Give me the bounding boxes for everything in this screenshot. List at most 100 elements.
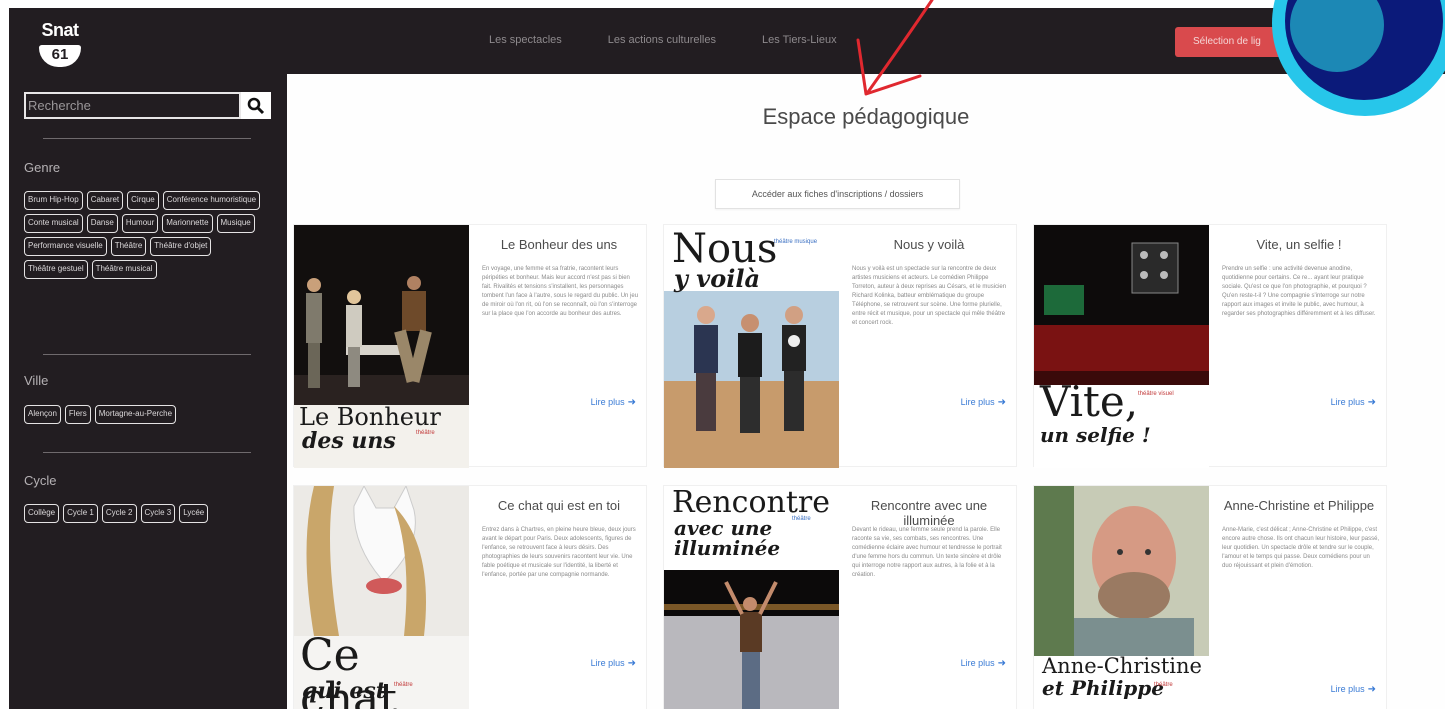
- card-title: Anne-Christine et Philippe: [1223, 498, 1375, 513]
- poster-title: Le Bonheur: [299, 403, 441, 431]
- show-card[interactable]: Le Bonheur des uns théâtre Le Bonheur de…: [293, 224, 647, 468]
- nav-actions-culturelles[interactable]: Les actions culturelles: [608, 34, 716, 46]
- read-more-label: Lire plus: [590, 658, 625, 668]
- read-more-label: Lire plus: [960, 397, 995, 407]
- tag-ville[interactable]: Mortagne-au-Perche: [94, 405, 177, 424]
- read-more-link[interactable]: Lire plus ➜: [961, 397, 1006, 408]
- ville-tags: Alençon Flers Mortagne-au-Perche: [24, 405, 269, 424]
- arrow-right-icon: ➜: [1367, 684, 1376, 695]
- card-description: Nous y voilà est un spectacle sur la ren…: [852, 266, 1007, 326]
- tag-cycle[interactable]: Cycle 2: [101, 504, 137, 523]
- card-description: Entrez dans à Chartres, en pleine heure …: [482, 527, 636, 578]
- show-poster: Rencontre avec une illuminée théâtre: [664, 486, 839, 709]
- read-more-link[interactable]: Lire plus ➜: [591, 397, 636, 408]
- sidebar-divider: [43, 354, 251, 355]
- tag-ville[interactable]: Alençon: [24, 405, 61, 424]
- tag-genre[interactable]: Conte musical: [24, 214, 83, 233]
- search-button[interactable]: [241, 92, 271, 119]
- card-description: Devant le rideau, une femme seule prend …: [852, 527, 1002, 578]
- poster-title: Rencontre: [672, 486, 830, 520]
- card-title: Vite, un selfie !: [1256, 237, 1342, 252]
- card-description: Prendre un selfie : une activité devenue…: [1222, 266, 1376, 317]
- poster-subtitle: avec une illuminée: [674, 516, 781, 560]
- tag-genre[interactable]: Marionnette: [162, 214, 213, 233]
- tag-genre[interactable]: Théâtre musical: [91, 260, 157, 279]
- search-icon: [247, 97, 265, 114]
- card-title: Le Bonheur des uns: [500, 237, 618, 252]
- show-poster: Nous y voilà théâtre musique: [664, 225, 839, 468]
- arrow-right-icon: ➜: [997, 397, 1006, 408]
- nav-spectacles[interactable]: Les spectacles: [489, 34, 562, 46]
- tag-genre[interactable]: Conférence humoristique: [162, 191, 261, 210]
- show-card[interactable]: Anne-Christine et Philippe théâtre Anne-…: [1033, 485, 1387, 709]
- show-card[interactable]: Nous y voilà théâtre musique Nous y voil…: [663, 224, 1017, 468]
- tag-genre[interactable]: Musique: [216, 214, 255, 233]
- page-title: Espace pédagogique: [762, 104, 970, 129]
- show-card[interactable]: Vite, un selfie ! théâtre visuel Vite, u…: [1033, 224, 1387, 468]
- snat-logo[interactable]: Snat 61: [33, 20, 87, 72]
- poster-genre: théâtre: [394, 682, 413, 688]
- show-poster: Vite, un selfie ! théâtre visuel: [1034, 225, 1209, 468]
- poster-genre: théâtre: [416, 430, 435, 436]
- read-more-link[interactable]: Lire plus ➜: [961, 658, 1006, 669]
- show-card[interactable]: Ce chat qui est théâtre Ce chat qui est …: [293, 485, 647, 709]
- card-title: Ce chat qui est en toi: [497, 498, 621, 513]
- tag-genre[interactable]: Brum Hip-Hop: [24, 191, 83, 210]
- show-card[interactable]: Rencontre avec une illuminée théâtre Ren…: [663, 485, 1017, 709]
- app-window: Snat 61 Les spectacles Les actions cultu…: [9, 8, 1445, 709]
- tag-genre[interactable]: Humour: [121, 214, 159, 233]
- tag-genre[interactable]: Danse: [86, 214, 118, 233]
- sidebar-divider: [43, 138, 251, 139]
- access-files-button[interactable]: Accéder aux fiches d'inscriptions / doss…: [715, 179, 960, 209]
- card-title: Rencontre avec une illuminée: [870, 498, 988, 528]
- tag-genre[interactable]: Théâtre gestuel: [24, 260, 88, 279]
- search-bar: [24, 92, 271, 119]
- sidebar-divider: [43, 452, 251, 453]
- genre-tags: Brum Hip-Hop Cabaret Cirque Conférence h…: [24, 191, 269, 279]
- poster-genre: théâtre visuel: [1138, 391, 1174, 397]
- poster-title: Vite,: [1040, 377, 1139, 426]
- poster-subtitle: un selfie !: [1040, 423, 1151, 447]
- logo-text: Snat: [41, 20, 79, 40]
- poster-subtitle: y voilà: [674, 264, 761, 293]
- arrow-right-icon: ➜: [627, 658, 636, 669]
- poster-title: Nous: [672, 226, 778, 272]
- tag-cycle[interactable]: Collège: [24, 504, 60, 523]
- tag-genre[interactable]: Théâtre d'objet: [150, 237, 212, 256]
- read-more-link[interactable]: Lire plus ➜: [1331, 397, 1376, 408]
- card-description: En voyage, une femme et sa fratrie, raco…: [482, 266, 639, 317]
- tag-genre[interactable]: Théâtre: [110, 237, 147, 256]
- main-nav: Les spectacles Les actions culturelles L…: [489, 34, 837, 46]
- read-more-link[interactable]: Lire plus ➜: [591, 658, 636, 669]
- tag-cycle[interactable]: Cycle 1: [63, 504, 98, 523]
- tag-genre[interactable]: Cirque: [127, 191, 159, 210]
- read-more-link[interactable]: Lire plus ➜: [1331, 684, 1376, 695]
- poster-genre: théâtre: [1154, 682, 1173, 688]
- poster-title: Anne-Christine: [1042, 654, 1202, 678]
- read-more-label: Lire plus: [1330, 684, 1365, 694]
- card-title: Nous y voilà: [893, 237, 965, 252]
- tag-cycle[interactable]: Cycle 3: [140, 504, 176, 523]
- cycle-title: Cycle: [24, 473, 57, 488]
- ville-title: Ville: [24, 373, 49, 388]
- tag-genre[interactable]: Performance visuelle: [24, 237, 107, 256]
- logo-badge: 61: [39, 45, 81, 67]
- tag-genre[interactable]: Cabaret: [86, 191, 124, 210]
- read-more-label: Lire plus: [1330, 397, 1365, 407]
- arrow-right-icon: ➜: [997, 658, 1006, 669]
- show-poster: Le Bonheur des uns théâtre: [294, 225, 469, 468]
- nav-tiers-lieux[interactable]: Les Tiers-Lieux: [762, 34, 837, 46]
- genre-title: Genre: [24, 160, 61, 175]
- main-content: Espace pédagogique Accéder aux fiches d'…: [287, 74, 1445, 709]
- card-description: Anne-Marie, c'est délicat ; Anne-Christi…: [1222, 527, 1380, 569]
- show-poster: Anne-Christine et Philippe théâtre: [1034, 486, 1209, 709]
- tag-cycle[interactable]: Lycée: [179, 504, 209, 523]
- arrow-right-icon: ➜: [1367, 397, 1376, 408]
- poster-subtitle: et Philippe: [1042, 676, 1164, 700]
- poster-subtitle: qui est: [302, 678, 386, 704]
- search-input[interactable]: [24, 92, 241, 119]
- poster-subtitle: des uns: [302, 428, 396, 454]
- tag-ville[interactable]: Flers: [64, 405, 91, 424]
- poster-genre: théâtre: [792, 516, 811, 522]
- cycle-tags: Collège Cycle 1 Cycle 2 Cycle 3 Lycée: [24, 504, 269, 523]
